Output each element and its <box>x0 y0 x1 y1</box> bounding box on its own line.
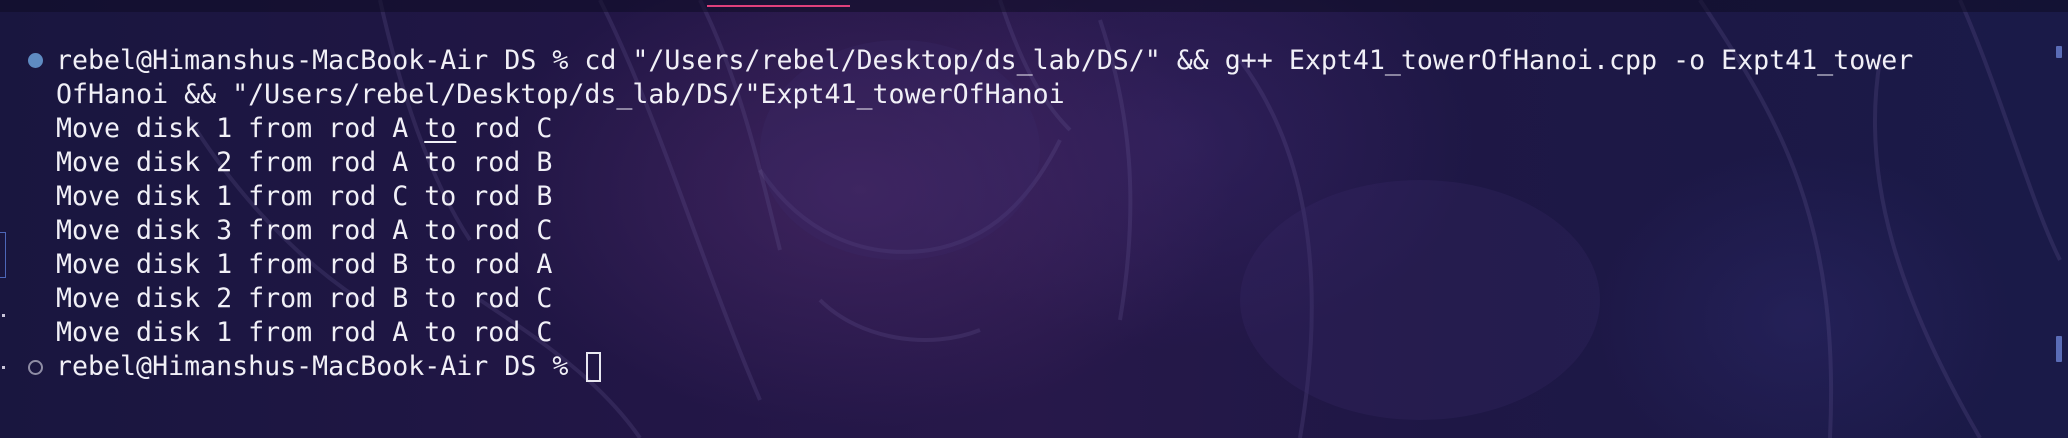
scrollbar-marker-top[interactable] <box>2056 46 2062 58</box>
active-tab-indicator[interactable] <box>707 5 850 7</box>
command-status-filled-circle-icon[interactable] <box>28 53 43 68</box>
command-line-wrapped: OfHanoi && "/Users/rebel/Desktop/ds_lab/… <box>56 79 1065 110</box>
output-line: Move disk 3 from rod A to rod C <box>56 215 553 246</box>
command-status-hollow-circle-icon[interactable] <box>28 360 43 375</box>
shell-prompt: rebel@Himanshus-MacBook-Air DS % <box>56 351 585 382</box>
terminal-window[interactable]: rebel@Himanshus-MacBook-Air DS % cd "/Us… <box>0 0 2068 438</box>
output-line: Move disk 1 from rod C to rod B <box>56 181 553 212</box>
text-cursor[interactable] <box>586 352 602 382</box>
sidebar-selection-marker <box>0 232 6 278</box>
output-line: Move disk 2 from rod B to rod C <box>56 283 553 314</box>
output-text: Move disk 1 from rod A <box>56 113 425 144</box>
scrollbar-thumb[interactable] <box>2056 336 2062 362</box>
hover-link[interactable]: to <box>424 113 456 144</box>
gutter-dot <box>2 366 5 369</box>
terminal-output[interactable]: rebel@Himanshus-MacBook-Air DS % cd "/Us… <box>56 44 1913 384</box>
output-line: Move disk 2 from rod A to rod B <box>56 147 553 178</box>
output-line: Move disk 1 from rod B to rod A <box>56 249 553 280</box>
output-text: rod C <box>456 113 553 144</box>
tab-bar <box>0 0 2068 12</box>
gutter-dot <box>2 314 5 317</box>
output-line: Move disk 1 from rod A to rod C <box>56 317 553 348</box>
output-line: Move disk 1 from rod A to rod C <box>56 112 1913 146</box>
prompt-line[interactable]: rebel@Himanshus-MacBook-Air DS % <box>56 350 1913 384</box>
command-line: rebel@Himanshus-MacBook-Air DS % cd "/Us… <box>56 45 1914 76</box>
